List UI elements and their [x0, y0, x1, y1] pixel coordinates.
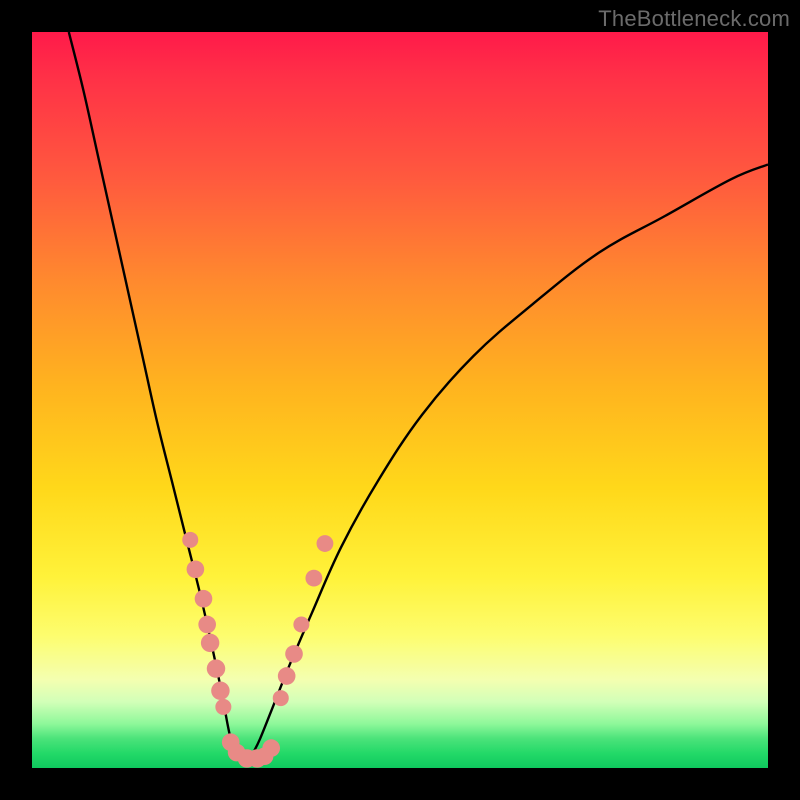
data-marker — [182, 532, 198, 548]
plot-area — [32, 32, 768, 768]
data-marker — [317, 535, 334, 552]
watermark-text: TheBottleneck.com — [598, 6, 790, 32]
chart-stage: TheBottleneck.com — [0, 0, 800, 800]
data-marker — [195, 590, 213, 608]
data-marker — [293, 616, 309, 632]
data-marker — [305, 570, 322, 587]
data-marker — [278, 667, 296, 685]
data-marker — [187, 560, 205, 578]
data-marker — [201, 634, 219, 652]
data-marker — [207, 659, 225, 677]
data-marker — [211, 681, 229, 699]
marker-group — [182, 532, 333, 768]
data-marker — [198, 616, 216, 634]
data-marker — [285, 645, 303, 663]
data-marker — [273, 690, 289, 706]
data-marker — [215, 699, 231, 715]
chart-svg — [32, 32, 768, 768]
data-marker — [262, 739, 280, 757]
curve-right-branch — [253, 164, 768, 753]
